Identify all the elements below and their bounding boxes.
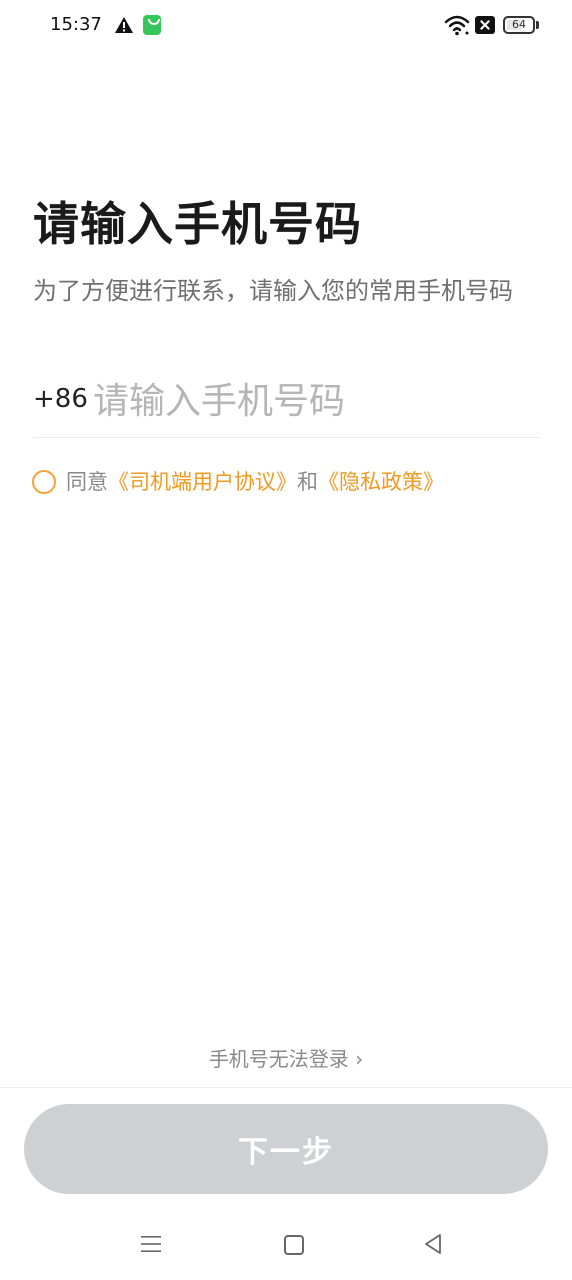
footer-divider: [0, 1087, 572, 1088]
wifi-icon: [444, 15, 470, 36]
back-icon[interactable]: [423, 1233, 443, 1255]
phone-number-input[interactable]: [93, 370, 533, 432]
page-subtitle: 为了方便进行联系，请输入您的常用手机号码: [33, 277, 513, 305]
agreement-prefix: 同意: [66, 470, 108, 494]
page-title: 请输入手机号码: [33, 197, 362, 251]
agreement-connector: 和: [297, 470, 318, 494]
privacy-policy-link[interactable]: 《隐私政策》: [318, 470, 444, 494]
phone-input-row: +86: [33, 368, 540, 438]
warning-icon: [115, 17, 133, 33]
sim-icon: [475, 16, 495, 34]
app-notification-icon: [143, 15, 161, 35]
system-nav-bar: [0, 1215, 572, 1280]
agreement-text: 同意《司机端用户协议》和《隐私政策》: [66, 468, 444, 496]
battery-level: 64: [512, 18, 526, 31]
user-agreement-link[interactable]: 《司机端用户协议》: [108, 470, 297, 494]
agreement-radio[interactable]: [32, 470, 56, 494]
home-icon[interactable]: [284, 1235, 304, 1255]
input-divider: [33, 437, 540, 438]
status-time: 15:37: [50, 14, 102, 35]
menu-icon[interactable]: [141, 1235, 161, 1253]
country-code[interactable]: +86: [33, 384, 88, 414]
next-step-button[interactable]: 下一步: [24, 1104, 548, 1194]
status-bar: 15:37 64: [0, 0, 572, 52]
cannot-login-link[interactable]: 手机号无法登录 ›: [0, 1043, 572, 1072]
battery-tip: [536, 21, 539, 29]
